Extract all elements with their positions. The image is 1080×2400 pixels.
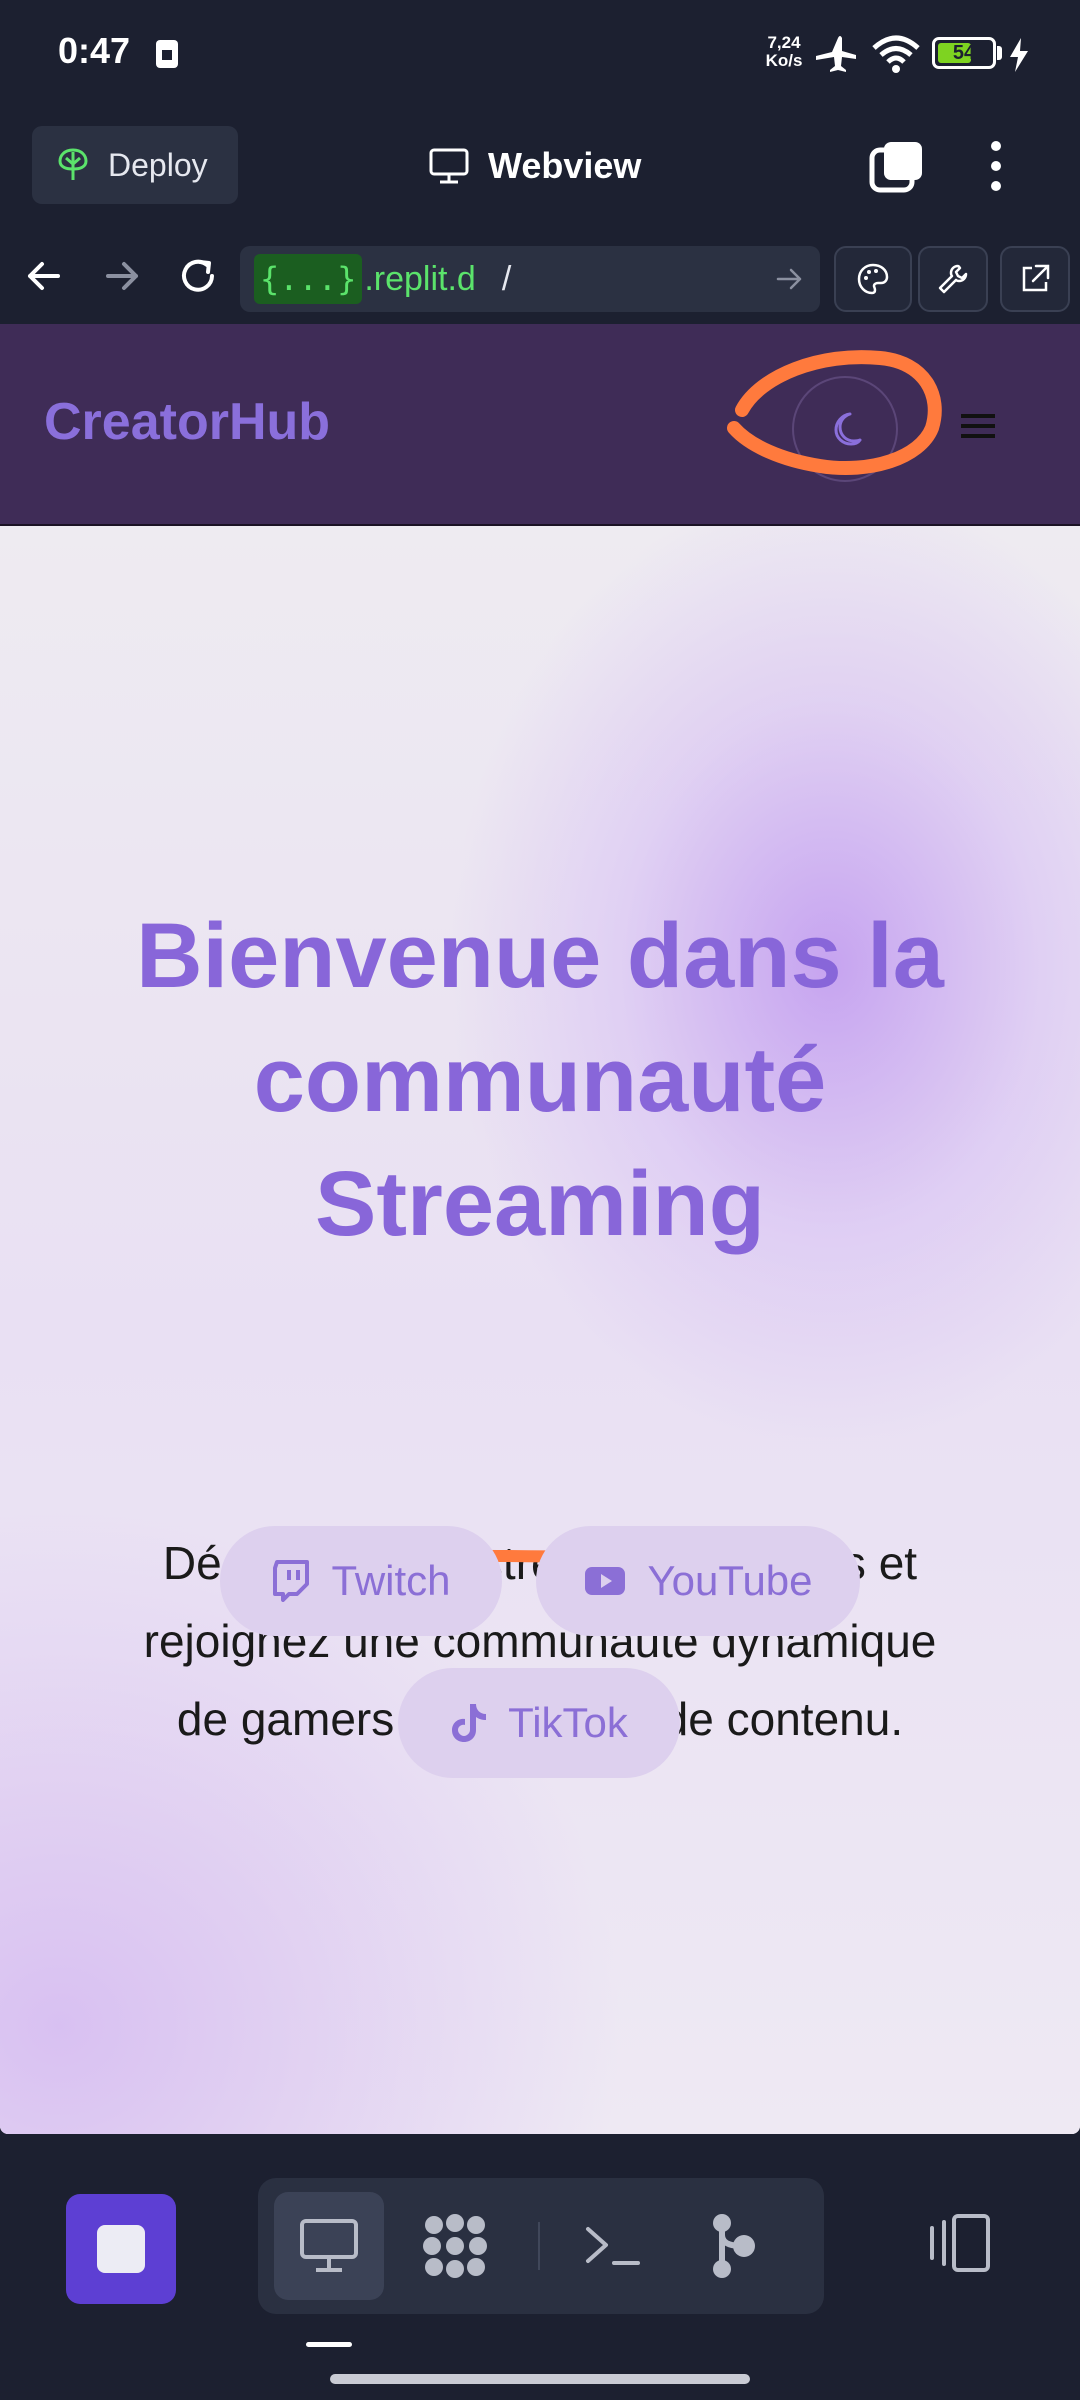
battery-level: 54 — [952, 42, 976, 64]
stop-button[interactable] — [66, 2194, 176, 2304]
go-arrow-icon[interactable] — [774, 264, 804, 294]
devtools-button[interactable] — [918, 246, 988, 312]
url-bar: {...} .replit.d / — [0, 232, 1080, 324]
apps-tool-button[interactable] — [400, 2192, 510, 2300]
deploy-icon — [58, 148, 88, 180]
home-indicator[interactable] — [330, 2374, 750, 2384]
git-tool-button[interactable] — [678, 2192, 788, 2300]
monitor-icon — [429, 148, 469, 184]
replit-app-bar: Deploy Webview — [0, 112, 1080, 232]
url-path: / — [501, 259, 512, 298]
status-time: 0:47 — [58, 30, 131, 71]
battery-tip — [997, 46, 1002, 60]
hero-title-line: Bienvenue dans la — [136, 905, 944, 1007]
active-tab-indicator — [306, 2342, 352, 2347]
twitch-label: Twitch — [331, 1557, 451, 1604]
forward-arrow-icon[interactable] — [98, 252, 146, 300]
url-input[interactable]: {...} .replit.d / — [240, 246, 820, 312]
moon-icon — [834, 412, 862, 446]
twitch-button[interactable]: Twitch — [220, 1526, 502, 1636]
network-speed: 7,24 Ko/s — [758, 34, 810, 70]
tiktok-label: TikTok — [508, 1699, 628, 1746]
palette-button[interactable] — [834, 246, 912, 312]
back-arrow-icon[interactable] — [20, 252, 68, 300]
webview-tool-button[interactable] — [274, 2192, 384, 2300]
twitch-icon — [273, 1560, 310, 1602]
url-tag: {...} — [254, 254, 363, 304]
youtube-button[interactable]: YouTube — [536, 1526, 860, 1636]
battery-icon: 54 — [932, 37, 996, 69]
deploy-button[interactable]: Deploy — [32, 126, 238, 204]
monitor-icon — [300, 2219, 358, 2272]
youtube-label: YouTube — [647, 1557, 813, 1604]
hero-title-line: communauté — [253, 1029, 827, 1131]
site-logo[interactable]: CreatorHub — [44, 392, 330, 452]
theme-toggle-button[interactable] — [792, 376, 898, 482]
layout-toggle-icon[interactable] — [924, 2212, 996, 2274]
palette-icon — [857, 263, 889, 295]
network-speed-value: 7,24 — [767, 33, 801, 52]
tool-switcher — [258, 2178, 824, 2314]
url-host: .replit.d — [364, 259, 476, 298]
reload-icon[interactable] — [174, 252, 222, 300]
tool-divider — [538, 2222, 540, 2270]
tabs-icon[interactable] — [868, 138, 926, 196]
wifi-icon — [872, 35, 920, 73]
shell-tool-button[interactable] — [558, 2192, 668, 2300]
git-icon — [713, 2214, 755, 2278]
airplane-mode-icon — [816, 36, 856, 72]
stop-icon — [97, 2225, 145, 2273]
status-bar: 0:47 7,24 Ko/s 54 — [0, 0, 1080, 112]
youtube-icon — [585, 1567, 626, 1595]
tiktok-icon — [452, 1704, 487, 1742]
tiktok-button[interactable]: TikTok — [398, 1668, 680, 1778]
open-external-button[interactable] — [1000, 246, 1070, 312]
wrench-icon — [938, 264, 968, 294]
packages-icon — [423, 2214, 487, 2278]
deploy-label: Deploy — [108, 146, 208, 183]
external-link-icon — [1022, 264, 1050, 292]
hero-section — [0, 526, 1080, 2134]
webview-title: Webview — [428, 138, 641, 194]
network-speed-unit: Ko/s — [765, 51, 803, 70]
terminal-icon — [586, 2227, 640, 2265]
hamburger-menu-icon[interactable] — [958, 408, 998, 444]
hero-title: Bienvenue dans la communauté Streaming — [60, 894, 1020, 1266]
hero-title-line: Streaming — [315, 1153, 765, 1255]
site-navbar: CreatorHub — [0, 324, 1080, 526]
webview-title-label: Webview — [488, 145, 642, 186]
charging-icon — [1010, 38, 1028, 72]
webview-frame: CreatorHub Bienvenue dans la communauté … — [0, 324, 1080, 2134]
more-options-icon[interactable] — [978, 136, 1014, 196]
clipboard-notification-icon — [156, 40, 178, 68]
replit-bottom-bar — [0, 2134, 1080, 2400]
